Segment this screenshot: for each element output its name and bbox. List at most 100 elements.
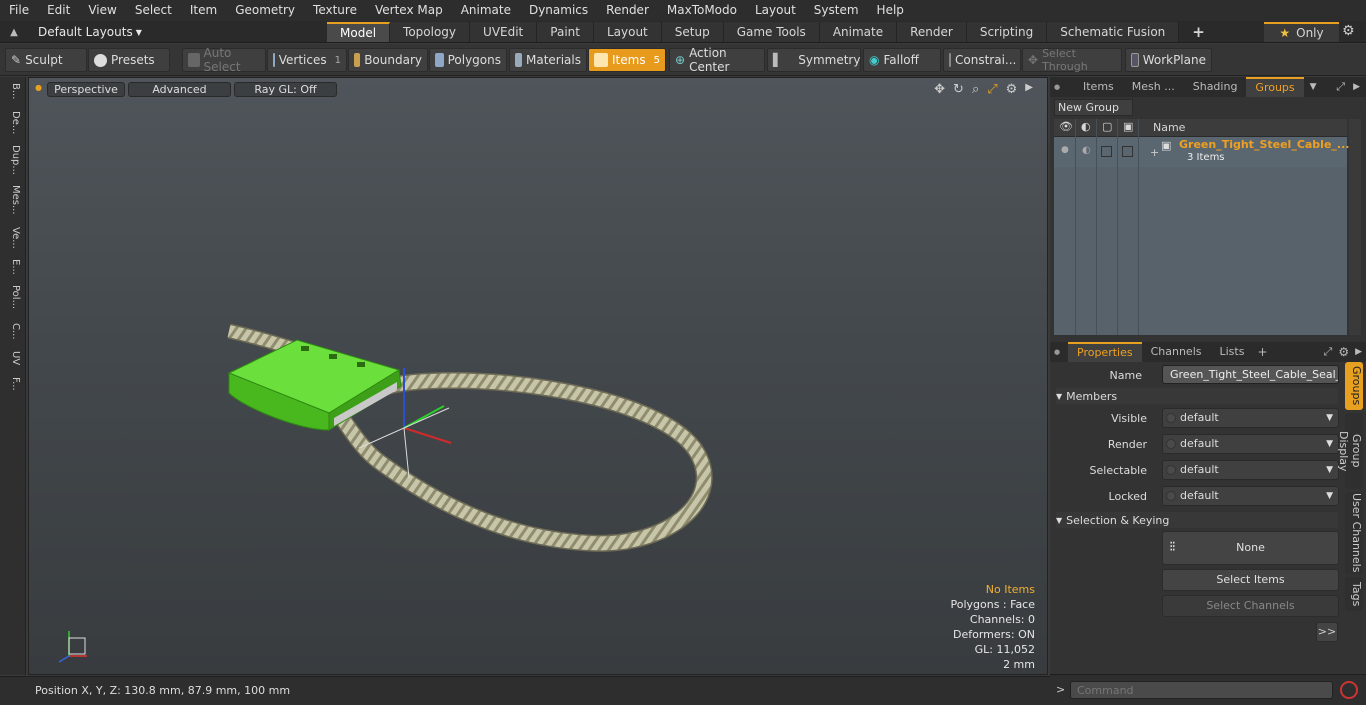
expand-plus-icon[interactable]: +: [1150, 146, 1159, 159]
tab-lists[interactable]: Lists: [1211, 342, 1254, 362]
locked-dropdown[interactable]: default ▼: [1162, 486, 1339, 506]
selection-keying-section[interactable]: ▼ Selection & Keying: [1056, 512, 1338, 528]
more-button[interactable]: >>: [1316, 622, 1338, 642]
add-tab-button[interactable]: +: [1179, 22, 1218, 42]
expand-icon[interactable]: ⤢: [1336, 80, 1345, 94]
tab-layout[interactable]: Layout: [593, 22, 662, 42]
left-tab-duplicate[interactable]: Dup...: [5, 145, 21, 175]
constraints-button[interactable]: Constrai...: [943, 48, 1021, 72]
tab-paint[interactable]: Paint: [537, 22, 594, 42]
none-button[interactable]: ⁝⁝ None: [1162, 531, 1339, 565]
panel-arrow-icon-2[interactable]: ▶: [1355, 347, 1362, 357]
items-button[interactable]: Items 5: [588, 48, 666, 72]
menu-texture[interactable]: Texture: [304, 0, 366, 21]
left-tab-curve[interactable]: C...: [5, 323, 21, 340]
menu-system[interactable]: System: [805, 0, 868, 21]
menu-maxtomodo[interactable]: MaxToModo: [658, 0, 746, 21]
auto-select-button[interactable]: Auto Select: [182, 46, 266, 74]
row-lock-checkbox[interactable]: [1101, 146, 1112, 157]
left-tab-mesh-edit[interactable]: Mes...: [5, 185, 21, 215]
tab-shading[interactable]: Shading: [1184, 77, 1247, 97]
workplane-button[interactable]: WorkPlane: [1125, 48, 1212, 72]
tab-schematic-fusion[interactable]: Schematic Fusion: [1047, 22, 1180, 42]
row-select-checkbox[interactable]: [1122, 146, 1133, 157]
menu-animate[interactable]: Animate: [452, 0, 520, 21]
select-icon[interactable]: ▣: [1123, 120, 1133, 133]
left-tab-polygon[interactable]: Pol...: [5, 285, 21, 309]
layouts-dropdown[interactable]: ▲ Default Layouts ▼: [0, 21, 142, 43]
left-tab-vertex[interactable]: Ve...: [5, 227, 21, 249]
left-tab-basic[interactable]: B...: [5, 83, 21, 99]
panel-arrow-icon[interactable]: ▶: [1353, 82, 1360, 92]
menu-vertex-map[interactable]: Vertex Map: [366, 0, 452, 21]
layout-toggle-icon[interactable]: ▲: [0, 27, 28, 38]
vtab-tags[interactable]: Tags: [1345, 577, 1363, 611]
tab-game-tools[interactable]: Game Tools: [723, 22, 820, 42]
tab-properties[interactable]: Properties: [1068, 342, 1142, 362]
polygons-button[interactable]: Polygons: [429, 48, 507, 72]
3d-viewport[interactable]: ● Perspective Advanced Ray GL: Off ✥ ↻ ⌕…: [28, 77, 1048, 675]
select-items-button[interactable]: Select Items: [1162, 569, 1339, 591]
menu-dynamics[interactable]: Dynamics: [520, 0, 597, 21]
menu-view[interactable]: View: [79, 0, 125, 21]
materials-button[interactable]: Materials: [509, 48, 587, 72]
tab-channels[interactable]: Channels: [1142, 342, 1211, 362]
falloff-button[interactable]: ◉ Falloff: [863, 48, 941, 72]
selectable-dropdown[interactable]: default ▼: [1162, 460, 1339, 480]
menu-edit[interactable]: Edit: [38, 0, 79, 21]
vtab-user-channels[interactable]: User Channels: [1345, 492, 1363, 574]
panel-dot-icon-2[interactable]: ●: [1050, 348, 1064, 356]
boundary-button[interactable]: Boundary: [348, 48, 428, 72]
render-dropdown[interactable]: default ▼: [1162, 434, 1339, 454]
presets-button[interactable]: Presets: [88, 48, 170, 72]
tab-uvedit[interactable]: UVEdit: [470, 22, 538, 42]
expand-icon-2[interactable]: ⤢: [1324, 345, 1333, 359]
vertices-button[interactable]: Vertices 1: [267, 48, 347, 72]
tab-animate[interactable]: Animate: [819, 22, 898, 42]
tab-scripting[interactable]: Scripting: [966, 22, 1048, 42]
menu-layout[interactable]: Layout: [746, 0, 805, 21]
left-tab-uv[interactable]: UV: [5, 351, 21, 365]
group-row[interactable]: ● ◐ + ▣ Green_Tight_Steel_Cable_... 3 It…: [1054, 137, 1349, 167]
action-center-button[interactable]: ⊕ Action Center: [669, 46, 765, 74]
select-channels-button[interactable]: Select Channels: [1162, 595, 1339, 617]
add-tab-icon[interactable]: +: [1257, 345, 1267, 359]
menu-render[interactable]: Render: [597, 0, 658, 21]
eye-icon[interactable]: 👁: [1059, 120, 1073, 133]
row-eye-icon[interactable]: ●: [1061, 145, 1069, 155]
menu-geometry[interactable]: Geometry: [226, 0, 304, 21]
render-icon[interactable]: ◐: [1081, 120, 1091, 133]
vtab-group-display[interactable]: Group Display: [1337, 413, 1363, 489]
list-scrollbar[interactable]: [1349, 119, 1361, 335]
tabs-dropdown-icon[interactable]: ▼: [1310, 82, 1317, 92]
left-tab-fusion[interactable]: F...: [5, 377, 21, 391]
tab-topology[interactable]: Topology: [390, 22, 471, 42]
tab-render[interactable]: Render: [897, 22, 967, 42]
command-input[interactable]: [1070, 681, 1333, 699]
menu-item[interactable]: Item: [181, 0, 226, 21]
tab-groups[interactable]: Groups: [1246, 77, 1304, 97]
lock-icon[interactable]: ▢: [1102, 120, 1112, 133]
left-tab-edge[interactable]: E...: [5, 259, 21, 275]
tab-items[interactable]: Items: [1074, 77, 1123, 97]
name-field[interactable]: Green_Tight_Steel_Cable_Seal_Lc: [1162, 365, 1339, 384]
props-gear-icon[interactable]: ⚙: [1338, 345, 1349, 359]
tab-model[interactable]: Model: [327, 22, 391, 42]
row-render-icon[interactable]: ◐: [1082, 145, 1091, 156]
menu-select[interactable]: Select: [126, 0, 181, 21]
menu-help[interactable]: Help: [868, 0, 913, 21]
sculpt-button[interactable]: ✎ Sculpt: [5, 48, 87, 72]
visible-dropdown[interactable]: default ▼: [1162, 408, 1339, 428]
members-section[interactable]: ▼ Members: [1056, 388, 1338, 404]
gear-icon[interactable]: ⚙: [1342, 23, 1355, 39]
menu-file[interactable]: File: [0, 0, 38, 21]
tab-mesh[interactable]: Mesh ...: [1123, 77, 1184, 97]
left-tab-deform[interactable]: De...: [5, 111, 21, 134]
vtab-groups[interactable]: Groups: [1345, 362, 1363, 410]
panel-dot-icon[interactable]: ●: [1050, 83, 1064, 91]
record-icon[interactable]: [1340, 681, 1358, 699]
only-button[interactable]: ★ Only: [1264, 22, 1339, 42]
tab-setup[interactable]: Setup: [661, 22, 724, 42]
new-group-button[interactable]: New Group: [1054, 99, 1133, 116]
select-through-button[interactable]: ✥ Select Through: [1022, 47, 1122, 73]
